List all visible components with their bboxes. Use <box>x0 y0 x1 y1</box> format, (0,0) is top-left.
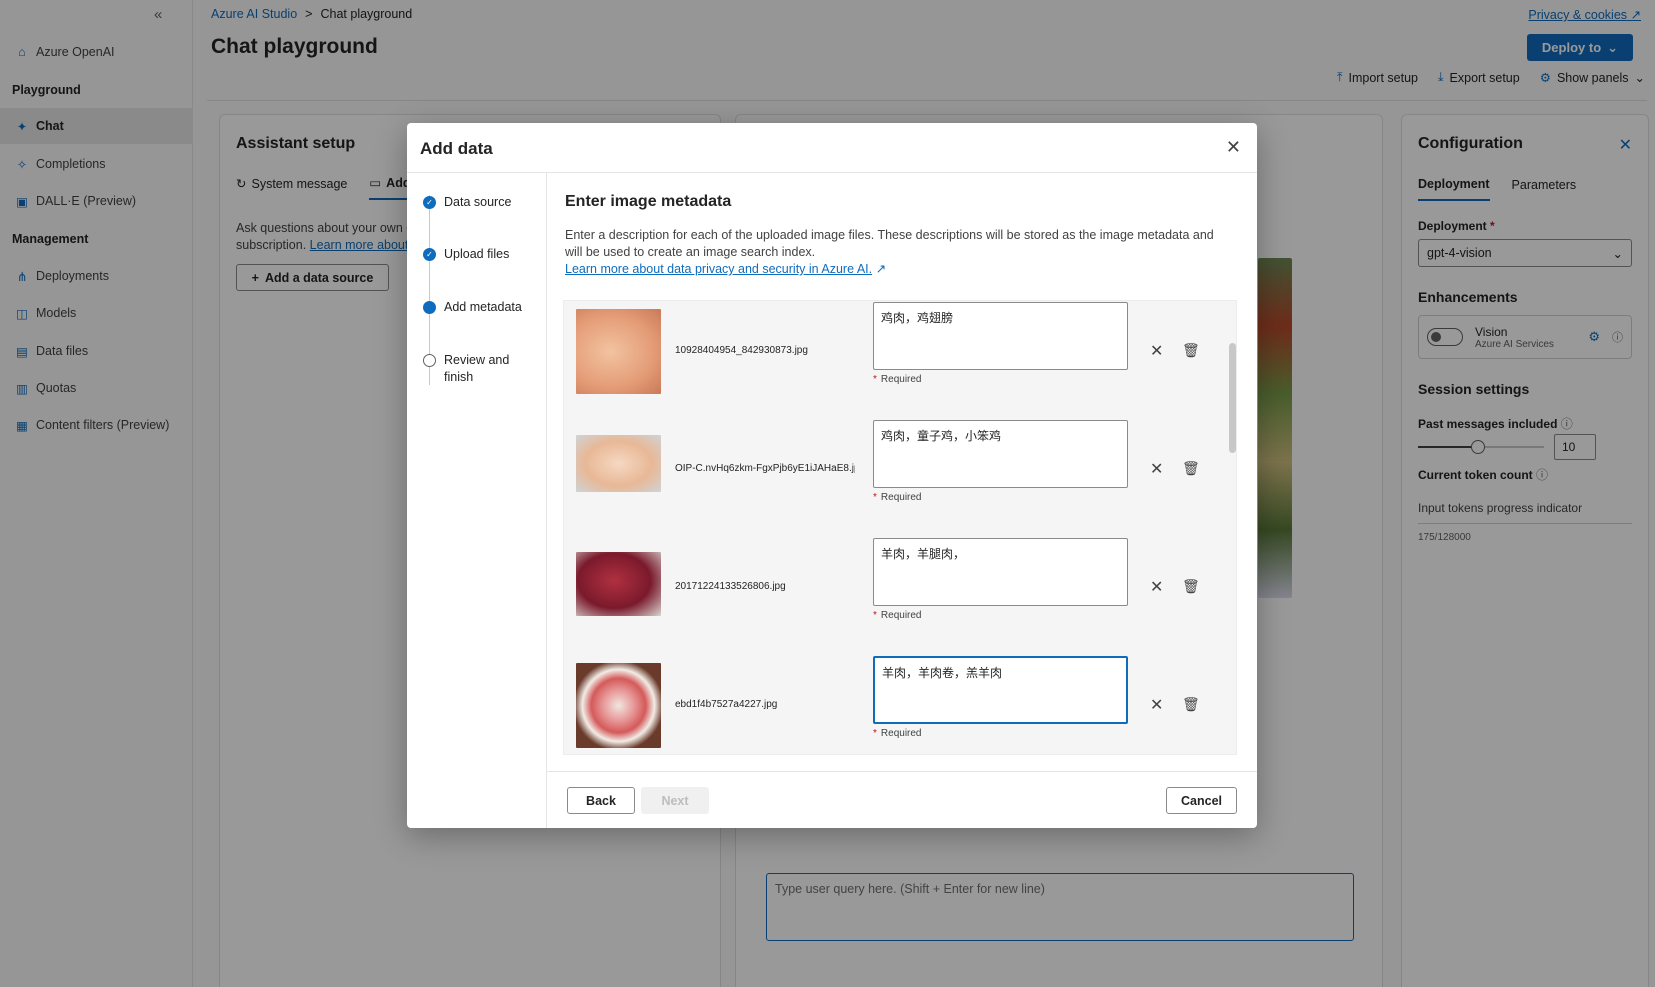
step-label: Add metadata <box>444 300 522 314</box>
file-name: OIP-C.nvHq6zkm-FgxPjb6yE1iJAHaE8.jp <box>675 463 855 474</box>
description-field[interactable]: 鸡肉，鸡翅膀 <box>873 302 1128 370</box>
close-icon[interactable]: ✕ <box>1150 341 1163 361</box>
file-name: ebd1f4b7527a4227.jpg <box>675 699 778 710</box>
delete-icon[interactable]: 🗑 <box>1182 578 1200 595</box>
content-desc-text: Enter a description for each of the uplo… <box>565 228 1214 259</box>
required-hint: * Required <box>873 610 922 621</box>
required-text: Required <box>880 728 922 739</box>
back-button[interactable]: Back <box>567 787 635 814</box>
step-add-metadata: Add metadata <box>423 299 522 316</box>
file-name: 20171224133526806.jpg <box>675 581 786 592</box>
privacy-learn-more-link[interactable]: Learn more about data privacy and securi… <box>565 262 872 276</box>
dialog-title: Add data <box>420 139 493 158</box>
next-button[interactable]: Next <box>641 787 709 814</box>
required-hint: * Required <box>873 728 922 739</box>
required-text: Required <box>880 374 922 385</box>
content-description: Enter a description for each of the uplo… <box>565 227 1225 278</box>
required-hint: * Required <box>873 374 922 385</box>
checkmark-icon: ✓ <box>423 196 436 209</box>
dialog-footer-divider <box>547 771 1257 772</box>
list-item: 20171224133526806.jpg 羊肉，羊腿肉， * Required … <box>564 537 1224 655</box>
content-title: Enter image metadata <box>565 193 732 210</box>
pending-step-icon <box>423 354 436 367</box>
step-upload-files: ✓ Upload files <box>423 246 509 263</box>
file-thumbnail <box>576 552 661 616</box>
required-hint: * Required <box>873 492 922 503</box>
required-text: Required <box>880 610 922 621</box>
add-data-dialog: Add data ✕ ✓ Data source ✓ Upload files … <box>407 123 1257 828</box>
delete-icon[interactable]: 🗑 <box>1182 342 1200 359</box>
list-item: OIP-C.nvHq6zkm-FgxPjb6yE1iJAHaE8.jp 鸡肉，童… <box>564 419 1224 537</box>
close-icon[interactable]: ✕ <box>1150 577 1163 597</box>
step-label: Review and finish <box>444 353 510 384</box>
description-field[interactable]: 鸡肉，童子鸡，小笨鸡 <box>873 420 1128 488</box>
required-text: Required <box>880 492 922 503</box>
list-item: 10928404954_842930873.jpg 鸡肉，鸡翅膀 * Requir… <box>564 301 1224 419</box>
checkmark-icon: ✓ <box>423 248 436 261</box>
delete-icon[interactable]: 🗑 <box>1182 696 1200 713</box>
step-label: Data source <box>444 195 512 209</box>
file-name: 10928404954_842930873.jpg <box>675 345 808 356</box>
file-thumbnail <box>576 435 661 492</box>
close-icon[interactable]: ✕ <box>1150 459 1163 479</box>
close-icon[interactable]: ✕ <box>1226 137 1241 158</box>
external-link-icon: ↗ <box>875 262 887 276</box>
current-step-icon <box>423 301 436 314</box>
step-data-source: ✓ Data source <box>423 194 511 211</box>
close-icon[interactable]: ✕ <box>1150 695 1163 715</box>
wizard-steps: ✓ Data source ✓ Upload files Add metadat… <box>407 173 547 828</box>
step-label: Upload files <box>444 247 510 261</box>
list-scrollbar[interactable] <box>1229 343 1236 453</box>
description-field[interactable]: 羊肉，羊肉卷，羔羊肉 <box>873 656 1128 724</box>
file-thumbnail <box>576 663 661 748</box>
cancel-button[interactable]: Cancel <box>1166 787 1237 814</box>
metadata-list: 10928404954_842930873.jpg 鸡肉，鸡翅膀 * Requir… <box>563 300 1237 755</box>
list-item: ebd1f4b7527a4227.jpg 羊肉，羊肉卷，羔羊肉 * Require… <box>564 655 1224 754</box>
step-review-finish: Review and finish <box>423 352 533 386</box>
delete-icon[interactable]: 🗑 <box>1182 460 1200 477</box>
file-thumbnail <box>576 309 661 394</box>
description-field[interactable]: 羊肉，羊腿肉， <box>873 538 1128 606</box>
